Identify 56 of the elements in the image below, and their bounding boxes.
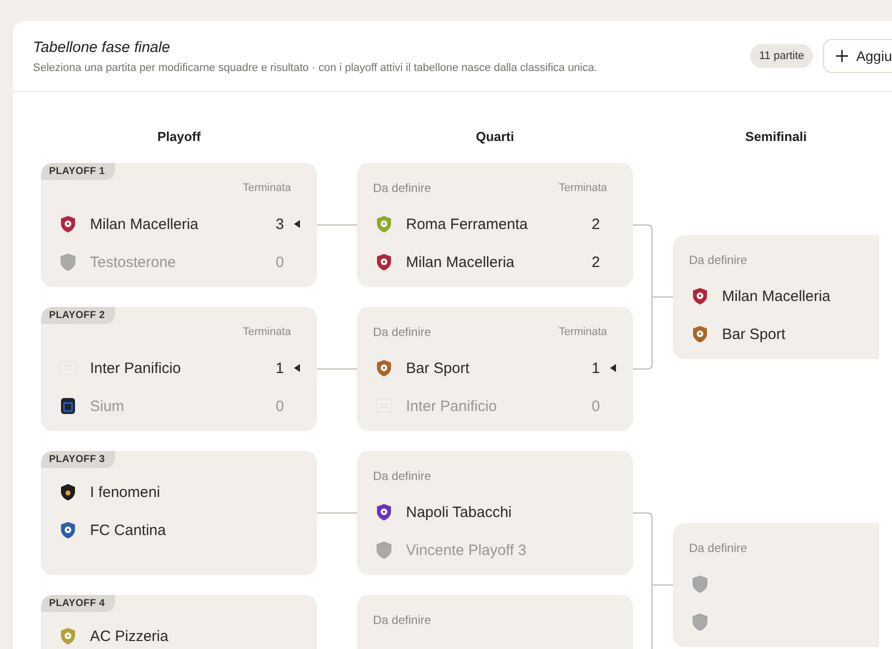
round-title: Playoff xyxy=(156,128,202,146)
team-name: I fenomeni xyxy=(90,484,162,500)
match-card[interactable]: Da definire Terminata Roma Ferramenta 2 Milan Macelleria 2 xyxy=(357,163,633,287)
match-label: Da definire xyxy=(689,253,748,267)
match-card[interactable]: PLAYOFF 2 Terminata Inter Panificio 1 Sium 0 xyxy=(41,307,317,431)
match-label: Da definire xyxy=(373,325,432,339)
team-name: Napoli Tabacchi xyxy=(406,504,513,520)
match-label: Da definire xyxy=(689,541,748,555)
team-name: Milan Macelleria xyxy=(90,216,200,232)
match-card[interactable]: Da definire Terminata Bar Sport 1 Inter Panificio 0 xyxy=(357,307,633,431)
match-card[interactable]: PLAYOFF 3 I fenomeni FC Cantina xyxy=(41,451,317,575)
round-title: Semifinali xyxy=(744,128,808,146)
bracket-connector xyxy=(316,512,358,514)
bracket-connector xyxy=(316,368,358,370)
team-score: 3 xyxy=(276,216,284,232)
team-name: FC Cantina xyxy=(90,522,167,538)
match-card[interactable]: PLAYOFF 1 Terminata Milan Macelleria 3 Testosterone 0 xyxy=(41,163,317,287)
playoff-tag: PLAYOFF 3 xyxy=(41,451,115,468)
match-status: Terminata xyxy=(558,182,607,194)
team-score: 1 xyxy=(276,360,284,376)
team-score: 2 xyxy=(592,254,600,270)
team-name: Roma Ferramenta xyxy=(406,216,529,232)
plus-icon xyxy=(836,50,848,62)
team-score: 2 xyxy=(592,216,600,232)
team-name: Testosterone xyxy=(90,254,177,270)
match-status: Terminata xyxy=(242,326,291,338)
page-title: Tabellone fase finale xyxy=(33,38,172,56)
team-name: Milan Macelleria xyxy=(722,288,832,304)
match-status: Terminata xyxy=(242,182,291,194)
team-name: Milan Macelleria xyxy=(406,254,516,270)
match-status: Terminata xyxy=(558,326,607,338)
match-label: Da definire xyxy=(373,181,432,195)
team-name: Bar Sport xyxy=(406,360,470,376)
match-count-badge: 11 partite xyxy=(750,44,814,68)
match-label: Da definire xyxy=(373,613,432,627)
bracket-connector xyxy=(316,224,358,226)
team-score: 0 xyxy=(276,254,284,270)
match-card[interactable]: Da definire Napoli Tabacchi Vincente Playoff 3 xyxy=(357,451,633,575)
team-score: 0 xyxy=(592,398,600,414)
team-score: 0 xyxy=(276,398,284,414)
team-name: Inter Panificio xyxy=(406,398,498,414)
playoff-tag: PLAYOFF 4 xyxy=(41,595,115,612)
team-name: Sium xyxy=(90,398,126,414)
team-name: Inter Panificio xyxy=(90,360,182,376)
team-score: 1 xyxy=(592,360,600,376)
playoff-tag: PLAYOFF 2 xyxy=(41,307,115,324)
playoff-tag: PLAYOFF 1 xyxy=(41,163,115,180)
team-name: Vincente Playoff 3 xyxy=(406,542,528,558)
round-title: Quarti xyxy=(474,128,516,146)
page-subtitle: Seleziona una partita per modificarne squadre e risultato · con i playoff attivi il tabellone nasce dalla classifica unica. xyxy=(33,62,598,74)
add-button[interactable]: Aggiu xyxy=(823,39,892,73)
match-label: Da definire xyxy=(373,469,432,483)
match-card[interactable]: Da definire Milan Macelleria Bar Sport xyxy=(673,235,879,359)
team-name: Bar Sport xyxy=(722,326,786,342)
team-name: AC Pizzeria xyxy=(90,628,170,644)
match-card[interactable]: PLAYOFF 4 AC Pizzeria xyxy=(41,595,317,649)
